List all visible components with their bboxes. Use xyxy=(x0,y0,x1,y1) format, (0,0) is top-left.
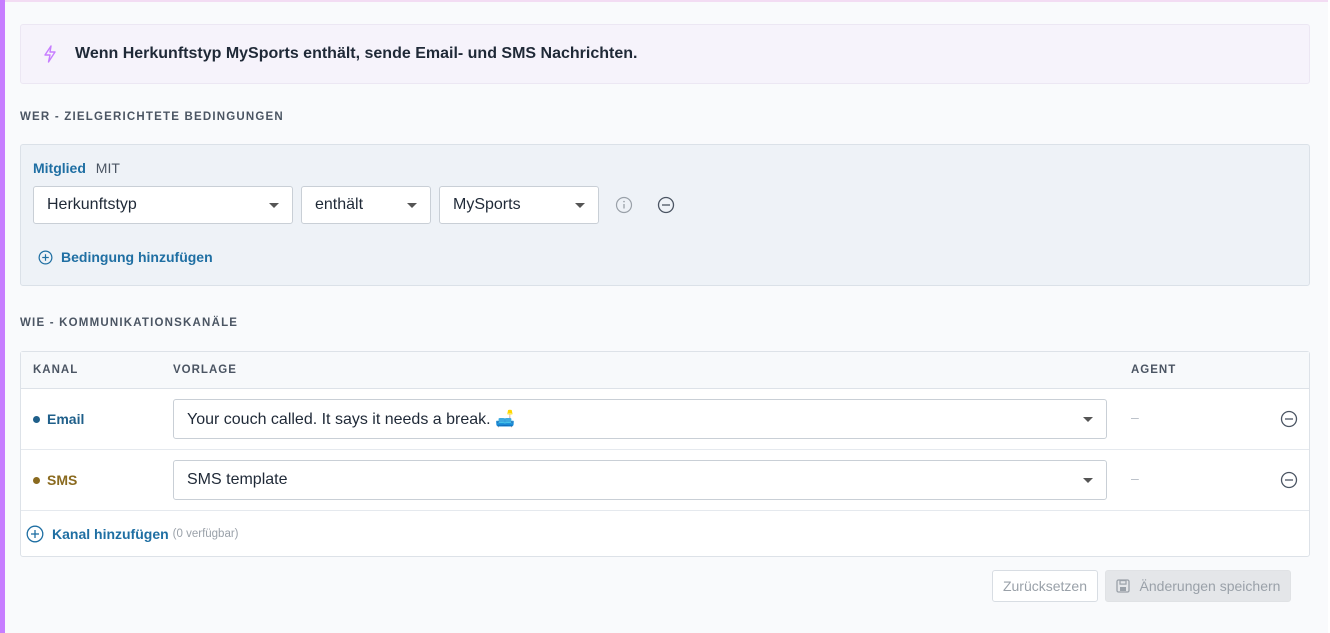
template-select[interactable]: SMS template xyxy=(173,460,1107,500)
condition-comparator-select[interactable]: enthält xyxy=(301,186,431,224)
conditions-box: Mitglied MIT Herkunftstyp enthält MySpor… xyxy=(20,144,1310,286)
plus-circle-icon xyxy=(26,525,44,543)
available-count-note: (0 verfügbar) xyxy=(172,528,239,540)
channel-cell: SMS xyxy=(33,472,77,488)
agent-value: – xyxy=(1131,409,1139,425)
remove-condition-button[interactable] xyxy=(656,195,676,215)
automation-panel: Wenn Herkunftstyp MySports enthält, send… xyxy=(5,0,1328,633)
chevron-down-icon xyxy=(1083,478,1093,483)
add-condition-button[interactable]: Bedingung hinzufügen xyxy=(38,249,213,265)
add-channel-label: Kanal hinzufügen xyxy=(52,526,169,542)
condition-value-value: MySports xyxy=(453,196,521,213)
save-changes-button[interactable]: Änderungen speichern xyxy=(1105,570,1291,602)
chevron-down-icon xyxy=(407,203,417,208)
rule-summary: Wenn Herkunftstyp MySports enthält, send… xyxy=(20,24,1310,84)
table-row: Email Your couch called. It says it need… xyxy=(21,389,1309,450)
condition-entity: Mitglied xyxy=(33,160,86,176)
add-condition-label: Bedingung hinzufügen xyxy=(61,249,213,265)
template-select[interactable]: Your couch called. It says it needs a br… xyxy=(173,399,1107,439)
column-header-template: VORLAGE xyxy=(173,364,237,376)
info-icon[interactable] xyxy=(614,195,634,215)
template-value: Your couch called. It says it needs a br… xyxy=(187,411,515,428)
condition-field-value: Herkunftstyp xyxy=(47,196,137,213)
table-row: SMS SMS template – xyxy=(21,450,1309,511)
lightning-icon xyxy=(43,44,59,64)
condition-operator: MIT xyxy=(95,160,120,176)
chevron-down-icon xyxy=(1083,417,1093,422)
condition-value-select[interactable]: MySports xyxy=(439,186,599,224)
template-value: SMS template xyxy=(187,471,288,488)
reset-button[interactable]: Zurücksetzen xyxy=(992,570,1098,602)
who-section-title: WER - ZIELGERICHTETE BEDINGUNGEN xyxy=(20,111,284,123)
remove-channel-button[interactable] xyxy=(1279,409,1299,429)
remove-channel-button[interactable] xyxy=(1279,470,1299,490)
table-header: KANAL VORLAGE AGENT xyxy=(21,352,1309,389)
condition-comparator-value: enthält xyxy=(315,196,364,213)
how-section-title: WIE - KOMMUNIKATIONSKANÄLE xyxy=(20,317,239,329)
channels-table: KANAL VORLAGE AGENT Email Your couch cal… xyxy=(20,351,1310,557)
column-header-channel: KANAL xyxy=(33,364,79,376)
status-dot xyxy=(33,476,40,484)
chevron-down-icon xyxy=(575,203,585,208)
column-header-agent: AGENT xyxy=(1131,364,1177,376)
agent-value: – xyxy=(1131,470,1139,486)
save-icon xyxy=(1115,579,1130,593)
save-changes-label: Änderungen speichern xyxy=(1139,578,1281,594)
condition-group-header: Mitglied MIT xyxy=(33,160,120,176)
channel-name: Email xyxy=(47,411,85,427)
status-dot xyxy=(33,415,40,423)
channel-name: SMS xyxy=(47,472,78,488)
chevron-down-icon xyxy=(269,203,279,208)
add-channel-button[interactable]: Kanal hinzufügen (0 verfügbar) xyxy=(26,525,239,543)
channel-cell: Email xyxy=(33,411,84,427)
plus-circle-icon xyxy=(38,250,53,264)
rule-summary-text: Wenn Herkunftstyp MySports enthält, send… xyxy=(75,45,638,62)
condition-field-select[interactable]: Herkunftstyp xyxy=(33,186,293,224)
